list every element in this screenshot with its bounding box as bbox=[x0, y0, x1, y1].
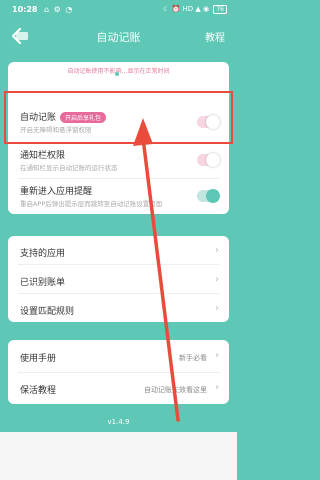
status-indicator-icons: ☾ ⏰ HD ▲ ◉ bbox=[163, 5, 210, 13]
toggle-knob bbox=[206, 153, 220, 167]
battery-icon: 76 bbox=[213, 5, 227, 14]
manual-hint: 新手必看 bbox=[179, 354, 207, 362]
keepalive-hint: 自动记账失效看这里 bbox=[144, 386, 207, 394]
status-time: 10:28 bbox=[12, 5, 38, 14]
setting-subtitle-reentry: 重启APP后弹出提示层而跳转至自动记账设置页面 bbox=[20, 200, 163, 208]
bottom-bar bbox=[0, 432, 237, 480]
menu-label-manual: 使用手册 bbox=[20, 354, 57, 364]
divider bbox=[18, 178, 219, 179]
chevron-right-icon: › bbox=[215, 274, 219, 285]
status-left-icons: ⌂ ⚙ ◔ bbox=[44, 5, 74, 14]
chevron-right-icon: › bbox=[215, 382, 219, 393]
help-card: 使用手册 新手必看 › 保活教程 自动记账失效看这里 › bbox=[8, 340, 229, 404]
setting-subtitle-notify: 在通知栏显示自动记账的运行状态 bbox=[20, 164, 118, 172]
menu-item-rules[interactable]: 设置匹配规则 › bbox=[8, 294, 229, 322]
version-label: v1.4.9 bbox=[107, 418, 130, 426]
chevron-right-icon: › bbox=[215, 245, 219, 256]
chevron-right-icon: › bbox=[215, 303, 219, 314]
chevron-right-icon: › bbox=[215, 350, 219, 361]
menu-label-rules: 设置匹配规则 bbox=[20, 307, 75, 317]
setting-row-reentry[interactable]: 重新进入应用提醒 重启APP后弹出提示层而跳转至自动记账设置页面 bbox=[8, 180, 229, 214]
page-indicator-dot bbox=[115, 72, 119, 76]
menu-label-supported: 支持的应用 bbox=[20, 249, 66, 259]
highlight-box bbox=[4, 91, 233, 144]
tutorial-button[interactable]: 教程 bbox=[205, 29, 225, 44]
app-header: 自动记账 教程 bbox=[0, 22, 237, 50]
menu-item-supported[interactable]: 支持的应用 › bbox=[8, 236, 229, 264]
setting-row-notify[interactable]: 通知栏权限 在通知栏显示自动记账的运行状态 bbox=[8, 144, 229, 178]
menu-item-recognized[interactable]: 已识别账单 › bbox=[8, 265, 229, 293]
menu-label-keepalive: 保活教程 bbox=[20, 386, 57, 396]
setting-title-notify: 通知栏权限 bbox=[20, 151, 66, 161]
status-bar: 10:28 ⌂ ⚙ ◔ ☾ ⏰ HD ▲ ◉ 76 bbox=[0, 0, 237, 20]
setting-title-reentry: 重新进入应用提醒 bbox=[20, 187, 93, 197]
reentry-toggle[interactable] bbox=[197, 189, 220, 203]
menu-card: 支持的应用 › 已识别账单 › 设置匹配规则 › bbox=[8, 236, 229, 322]
menu-label-recognized: 已识别账单 bbox=[20, 278, 66, 288]
menu-item-manual[interactable]: 使用手册 新手必看 › bbox=[8, 340, 229, 372]
page-title: 自动记账 bbox=[96, 31, 141, 44]
menu-item-keepalive[interactable]: 保活教程 自动记账失效看这里 › bbox=[8, 373, 229, 404]
notify-toggle[interactable] bbox=[197, 153, 220, 167]
toggle-knob bbox=[206, 189, 220, 203]
status-right-icons: ☾ ⏰ HD ▲ ◉ 76 bbox=[163, 5, 227, 14]
